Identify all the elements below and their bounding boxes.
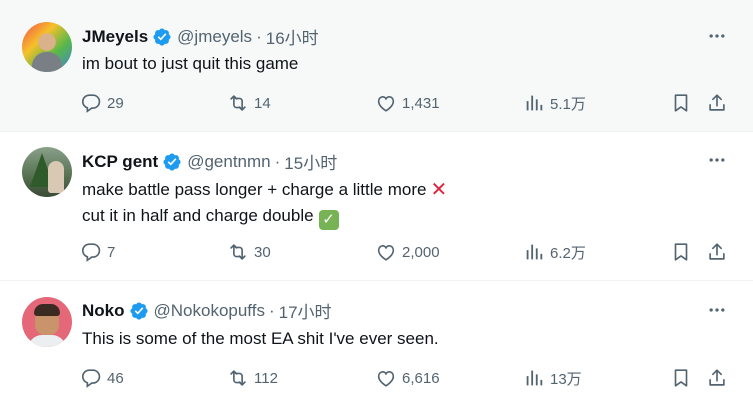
tweet-header: KCP gent @gentnmn · 15小时: [82, 149, 337, 174]
tweet[interactable]: Noko @Nokokopuffs · 17小时 This is some of…: [0, 280, 753, 408]
like-button[interactable]: 2,000: [375, 240, 440, 264]
tweet-text: This is some of the most EA shit I've ev…: [82, 326, 439, 351]
bookmark-icon: [670, 92, 692, 114]
reply-bubble-icon: [80, 92, 102, 114]
check-mark-emoji: ✓: [318, 210, 339, 230]
share-upload-icon: [706, 92, 728, 114]
cross-mark-emoji: ✕: [430, 179, 448, 201]
share-upload-icon: [706, 367, 728, 389]
author-handle[interactable]: @Nokokopuffs: [154, 301, 265, 321]
retweet-icon: [227, 92, 249, 114]
share-button[interactable]: [706, 366, 733, 390]
share-button[interactable]: [706, 240, 733, 264]
share-upload-icon: [706, 241, 728, 263]
tweet-text-line: im bout to just quit this game: [82, 54, 299, 73]
author-name[interactable]: JMeyels: [82, 27, 148, 47]
views-bar-icon: [523, 367, 545, 389]
views-button[interactable]: 13万: [523, 366, 582, 390]
tweet-text-line: This is some of the most EA shit I've ev…: [82, 329, 439, 348]
views-button[interactable]: 5.1万: [523, 91, 586, 115]
views-button[interactable]: 6.2万: [523, 240, 586, 264]
tweet-text-line: make battle pass longer + charge a littl…: [82, 177, 447, 203]
retweet-count: 30: [254, 243, 271, 261]
tweet-text: im bout to just quit this game: [82, 51, 298, 76]
more-dots-icon[interactable]: [707, 150, 727, 170]
tweet-text-line: cut it in half and charge double ✓: [82, 203, 447, 230]
reply-count: 29: [107, 94, 124, 112]
author-handle[interactable]: @jmeyels: [177, 27, 252, 47]
views-bar-icon: [523, 241, 545, 263]
bookmark-icon: [670, 367, 692, 389]
separator: ·: [256, 26, 262, 46]
tweet-header: Noko @Nokokopuffs · 17小时: [82, 298, 332, 323]
avatar[interactable]: [22, 147, 72, 197]
retweet-button[interactable]: 30: [227, 240, 271, 264]
reply-count: 46: [107, 369, 124, 387]
tweet-text: make battle pass longer + charge a littl…: [82, 177, 447, 230]
verified-badge-icon: [162, 152, 182, 172]
reply-button[interactable]: 7: [80, 240, 115, 264]
author-handle[interactable]: @gentnmn: [187, 152, 270, 172]
separator: ·: [274, 151, 281, 171]
retweet-button[interactable]: 14: [227, 91, 271, 115]
tweet[interactable]: JMeyels @jmeyels · 16小时 im bout to just …: [0, 0, 753, 131]
like-count: 6,616: [402, 369, 440, 387]
like-count: 2,000: [402, 243, 440, 261]
more-dots-icon[interactable]: [707, 26, 727, 46]
action-bar: 46 112 6,616 13万: [80, 366, 740, 390]
bookmark-button[interactable]: [670, 366, 697, 390]
view-count: 13万: [550, 370, 582, 388]
author-name[interactable]: KCP gent: [82, 152, 158, 172]
separator: ·: [268, 300, 275, 320]
heart-icon: [375, 92, 397, 114]
tweet[interactable]: KCP gent @gentnmn · 15小时 make battle pas…: [0, 131, 753, 280]
retweet-count: 112: [254, 369, 278, 387]
verified-badge-icon: [129, 301, 149, 321]
share-button[interactable]: [706, 91, 733, 115]
more-dots-icon[interactable]: [707, 300, 727, 320]
tweet-text-line-content: cut it in half and charge double: [82, 206, 314, 225]
retweet-icon: [227, 367, 249, 389]
like-count: 1,431: [402, 94, 440, 112]
reply-bubble-icon: [80, 241, 102, 263]
heart-icon: [375, 241, 397, 263]
reply-bubble-icon: [80, 367, 102, 389]
bookmark-button[interactable]: [670, 240, 697, 264]
retweet-button[interactable]: 112: [227, 366, 278, 390]
reply-button[interactable]: 29: [80, 91, 124, 115]
action-bar: 29 14 1,431 5.1万: [80, 91, 740, 115]
bookmark-icon: [670, 241, 692, 263]
heart-icon: [375, 367, 397, 389]
timestamp[interactable]: 16小时: [266, 24, 319, 49]
like-button[interactable]: 6,616: [375, 366, 440, 390]
tweet-header: JMeyels @jmeyels · 16小时: [82, 24, 319, 49]
views-bar-icon: [523, 92, 545, 114]
avatar[interactable]: [22, 22, 72, 72]
reply-count: 7: [107, 243, 116, 261]
like-button[interactable]: 1,431: [375, 91, 440, 115]
reply-button[interactable]: 46: [80, 366, 124, 390]
timestamp[interactable]: 17小时: [279, 298, 332, 323]
view-count: 6.2万: [550, 244, 586, 262]
timestamp[interactable]: 15小时: [284, 149, 337, 174]
retweet-count: 14: [254, 94, 271, 112]
bookmark-button[interactable]: [670, 91, 697, 115]
author-name[interactable]: Noko: [82, 301, 125, 321]
action-bar: 7 30 2,000 6.2万: [80, 240, 740, 264]
avatar[interactable]: [22, 297, 72, 347]
view-count: 5.1万: [550, 95, 586, 113]
verified-badge-icon: [152, 27, 172, 47]
tweet-text-line-content: make battle pass longer + charge a littl…: [82, 180, 427, 199]
retweet-icon: [227, 241, 249, 263]
